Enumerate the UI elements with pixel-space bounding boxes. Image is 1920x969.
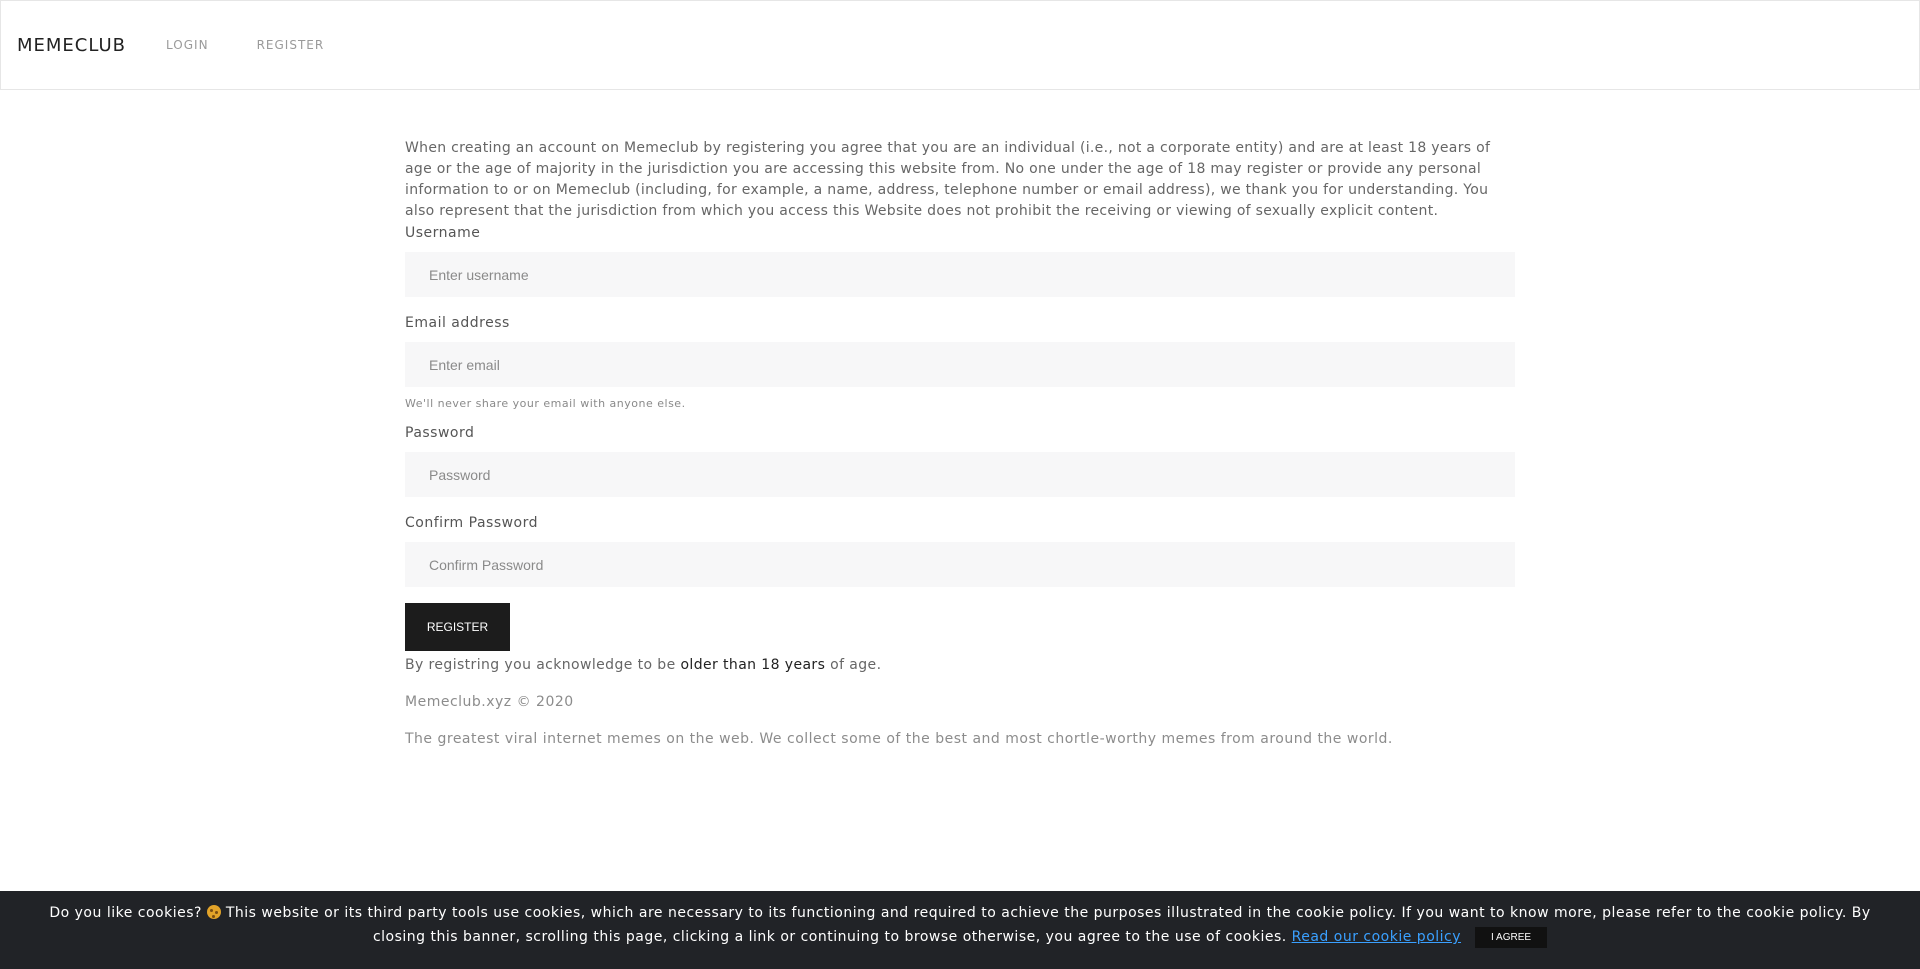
- email-helper-text: We'll never share your email with anyone…: [405, 397, 686, 410]
- terms-intro: When creating an account on Memeclub by …: [405, 140, 1491, 219]
- cookie-text: This website or its third party tools us…: [220, 905, 1871, 945]
- site-tagline: The greatest viral internet memes on the…: [405, 731, 1393, 747]
- cookie-policy-link[interactable]: Read our cookie policy: [1292, 929, 1461, 945]
- age-acknowledgement: By registring you acknowledge to be olde…: [405, 657, 881, 673]
- nav-link-register[interactable]: REGISTER: [257, 38, 325, 52]
- confirm-password-label: Confirm Password: [405, 515, 539, 531]
- password-label: Password: [405, 425, 475, 441]
- nav-link-login[interactable]: LOGIN: [166, 38, 209, 52]
- cookie-banner: Do you like cookies? This website or its…: [0, 891, 1920, 969]
- register-form: Username Email address We'll never share…: [405, 222, 1515, 782]
- register-button[interactable]: REGISTER: [405, 603, 510, 651]
- copyright: Memeclub.xyz © 2020: [405, 694, 574, 710]
- ack-text-before: By registring you acknowledge to be: [405, 657, 681, 673]
- username-label: Username: [405, 225, 481, 241]
- brand-logo[interactable]: MEMECLUB: [17, 35, 126, 56]
- cookie-icon: [206, 905, 221, 919]
- register-content: When creating an account on Memeclub by …: [405, 138, 1515, 782]
- username-input[interactable]: [405, 252, 1515, 297]
- email-label: Email address: [405, 315, 510, 331]
- ack-emphasis: older than 18 years: [680, 657, 826, 673]
- ack-text-after: of age.: [825, 657, 882, 673]
- cookie-text-intro: Do you like cookies?: [49, 905, 207, 921]
- password-input[interactable]: [405, 452, 1515, 497]
- cookie-agree-button[interactable]: I AGREE: [1475, 926, 1548, 948]
- navbar: MEMECLUB LOGIN REGISTER: [0, 0, 1920, 90]
- confirm-password-input[interactable]: [405, 542, 1515, 587]
- email-input[interactable]: [405, 342, 1515, 387]
